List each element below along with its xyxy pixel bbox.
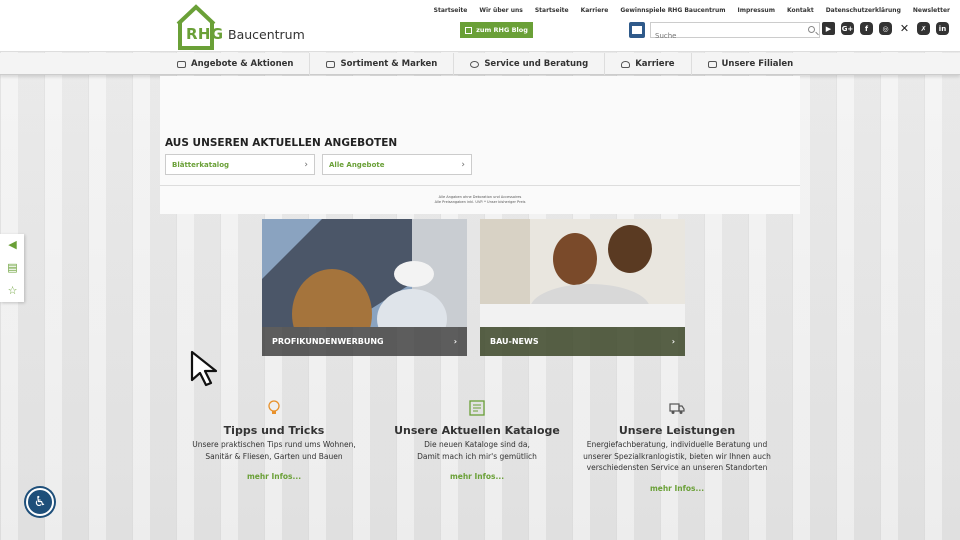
blog-button[interactable]: zum RHG Blog bbox=[460, 22, 533, 38]
topnav-startseite-2[interactable]: Startseite bbox=[535, 7, 569, 14]
instagram-icon[interactable]: ◎ bbox=[879, 22, 892, 35]
feature-text-line: Sanitär & Fliesen, Garten und Bauen bbox=[205, 451, 343, 461]
youtube-icon[interactable]: ▶ bbox=[822, 22, 835, 35]
nav-filialen[interactable]: Unsere Filialen bbox=[690, 53, 810, 75]
feature-title: Tipps und Tricks bbox=[223, 424, 325, 437]
lightbulb-icon bbox=[268, 400, 280, 414]
megaphone-icon bbox=[177, 60, 186, 68]
feature-text-line: Unsere praktischen Tips rund ums Wohnen, bbox=[192, 440, 356, 449]
truck-icon bbox=[669, 403, 685, 414]
disclaimer: Alle Angaben ohne Dekoration und Accesso… bbox=[380, 195, 580, 205]
linkedin-icon[interactable]: in bbox=[936, 22, 949, 35]
button-label: Alle Angebote bbox=[329, 160, 385, 169]
topnav-newsletter[interactable]: Newsletter bbox=[913, 7, 950, 14]
search-icon[interactable] bbox=[808, 26, 815, 33]
accessibility-icon[interactable]: ♿ bbox=[26, 488, 54, 516]
blog-button-label: zum RHG Blog bbox=[476, 26, 528, 34]
social-links: ▶ G+ f ◎ ✕ ✗ in bbox=[822, 22, 949, 35]
mehr-infos-link[interactable]: mehr Infos... bbox=[180, 472, 368, 481]
nav-karriere[interactable]: Karriere bbox=[604, 53, 690, 75]
site-header: RHG Baucentrum Startseite Wir über uns S… bbox=[0, 0, 960, 52]
mouse-cursor-icon bbox=[190, 350, 218, 387]
promo-bau-news[interactable]: BAU-NEWS › bbox=[480, 219, 685, 356]
mehr-infos-link[interactable]: mehr Infos... bbox=[582, 484, 772, 493]
person-icon bbox=[621, 60, 631, 68]
catalog-icon bbox=[469, 400, 485, 416]
topnav-datenschutz[interactable]: Datenschutzerklärung bbox=[826, 7, 901, 14]
feature-title: Unsere Leistungen bbox=[618, 424, 736, 437]
logo-brand: RHG bbox=[186, 25, 224, 43]
feature-title: Unsere Aktuellen Kataloge bbox=[394, 424, 560, 437]
search-input[interactable] bbox=[651, 29, 801, 43]
topnav-karriere[interactable]: Karriere bbox=[581, 7, 609, 14]
nav-label: Karriere bbox=[635, 59, 675, 69]
feature-text-line: unserer Spezialkranlogistik, bieten wir … bbox=[583, 451, 771, 461]
tag-icon bbox=[326, 60, 336, 68]
nav-angebote-aktionen[interactable]: Angebote & Aktionen bbox=[161, 53, 309, 75]
google-plus-icon[interactable]: G+ bbox=[841, 22, 854, 35]
rhg-logo[interactable]: RHG Baucentrum bbox=[176, 4, 316, 50]
main-navigation: Angebote & Aktionen Sortiment & Marken S… bbox=[0, 53, 960, 75]
chat-icon bbox=[470, 60, 480, 68]
topnav-startseite[interactable]: Startseite bbox=[434, 7, 468, 14]
feature-tipps: Tipps und Tricks Unsere praktischen Tips… bbox=[180, 400, 368, 481]
chevron-right-icon: › bbox=[304, 159, 308, 170]
megaphone-icon[interactable]: ◀ bbox=[6, 238, 19, 251]
topnav-impressum[interactable]: Impressum bbox=[737, 7, 774, 14]
facebook-icon[interactable]: f bbox=[860, 22, 873, 35]
xing-icon[interactable]: ✗ bbox=[917, 22, 930, 35]
divider bbox=[160, 185, 800, 186]
promo-label: PROFIKUNDENWERBUNG bbox=[272, 337, 384, 346]
star-icon[interactable]: ☆ bbox=[6, 284, 19, 297]
top-navigation: Startseite Wir über uns Startseite Karri… bbox=[434, 7, 950, 14]
chevron-right-icon: › bbox=[671, 337, 675, 346]
x-icon[interactable]: ✕ bbox=[898, 22, 911, 35]
button-label: Blätterkatalog bbox=[172, 160, 230, 169]
chevron-right-icon: › bbox=[461, 159, 465, 170]
topnav-gewinnspiele[interactable]: Gewinnspiele RHG Baucentrum bbox=[620, 7, 725, 14]
calendar-icon[interactable] bbox=[629, 22, 645, 38]
alle-angebote-button[interactable]: Alle Angebote › bbox=[322, 154, 472, 175]
feature-kataloge: Unsere Aktuellen Kataloge Die neuen Kata… bbox=[392, 400, 562, 481]
topnav-kontakt[interactable]: Kontakt bbox=[787, 7, 814, 14]
side-toolbar: ◀ ▤ ☆ bbox=[0, 234, 24, 302]
nav-label: Angebote & Aktionen bbox=[191, 59, 294, 69]
store-icon bbox=[707, 60, 717, 68]
nav-service-beratung[interactable]: Service und Beratung bbox=[453, 53, 604, 75]
nav-label: Service und Beratung bbox=[484, 59, 589, 69]
chevron-right-icon: › bbox=[453, 337, 457, 346]
disclaimer-line: Alle Preisangaben inkl. UVP. * Unser bis… bbox=[434, 200, 526, 204]
topnav-wir-ueber-uns[interactable]: Wir über uns bbox=[479, 7, 523, 14]
feature-leistungen: Unsere Leistungen Energiefachberatung, i… bbox=[582, 400, 772, 493]
store-icon[interactable]: ▤ bbox=[6, 261, 19, 274]
feature-text-line: verschiedensten Service an unseren Stand… bbox=[586, 463, 768, 472]
promo-label: BAU-NEWS bbox=[490, 337, 539, 346]
search-box bbox=[650, 22, 820, 43]
nav-label: Unsere Filialen bbox=[721, 59, 794, 69]
nav-sortiment-marken[interactable]: Sortiment & Marken bbox=[309, 53, 453, 75]
logo-name: Baucentrum bbox=[228, 27, 305, 42]
offers-title: AUS UNSEREN AKTUELLEN ANGEBOTEN bbox=[165, 137, 398, 149]
feature-text-line: Energiefachberatung, individuelle Beratu… bbox=[586, 440, 768, 449]
mehr-infos-link[interactable]: mehr Infos... bbox=[392, 472, 562, 481]
nav-label: Sortiment & Marken bbox=[340, 59, 438, 69]
promo-photo-couple bbox=[480, 219, 685, 327]
blog-icon bbox=[465, 26, 473, 34]
feature-text-line: Damit mach ich mir's gemütlich bbox=[417, 451, 537, 461]
promo-profikundenwerbung[interactable]: PROFIKUNDENWERBUNG › bbox=[262, 219, 467, 356]
feature-text-line: Die neuen Kataloge sind da, bbox=[424, 440, 530, 449]
blaetterkatalog-button[interactable]: Blätterkatalog › bbox=[165, 154, 315, 175]
promo-photo-workers bbox=[262, 219, 467, 327]
